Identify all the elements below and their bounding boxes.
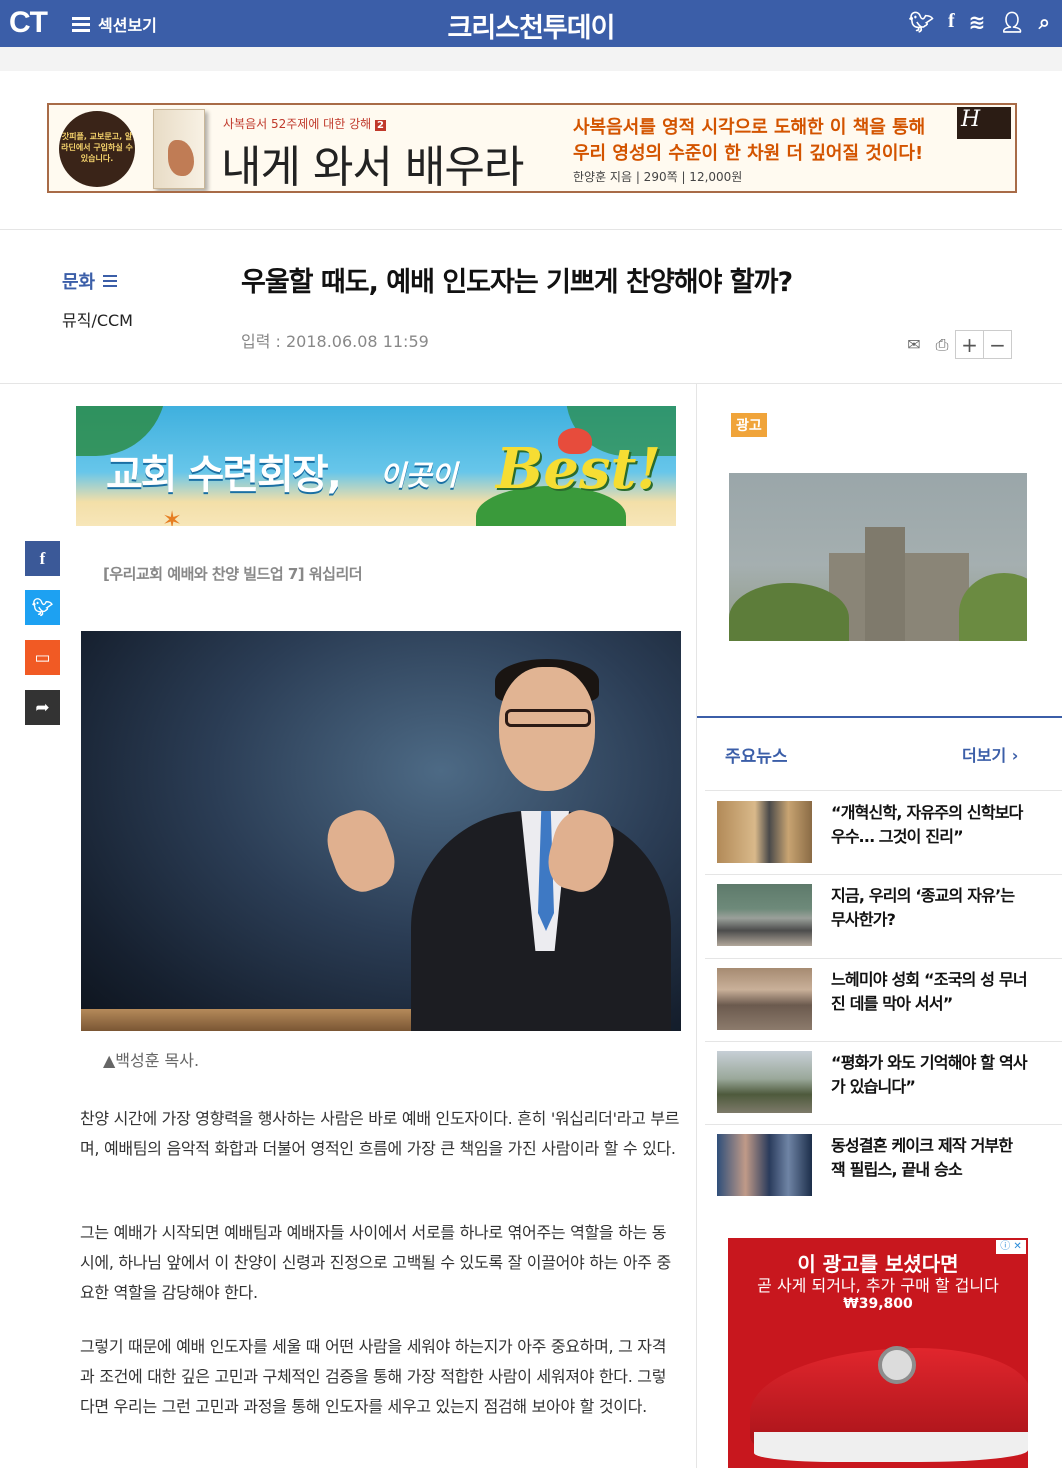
divider — [705, 958, 1062, 959]
ad-best-text: Best! — [496, 436, 661, 502]
divider — [0, 383, 1062, 384]
article-headline: 우울할 때도, 예배 인도자는 기쁘게 찬양해야 할까? — [241, 267, 793, 298]
publish-date: 입력 : 2018.06.08 11:59 — [241, 332, 429, 351]
twitter-icon: 🐦︎ — [31, 597, 54, 618]
starfish-icon: ✶ — [162, 506, 183, 526]
article-paragraph: 찬양 시간에 가장 영향력을 행사하는 사람은 바로 예배 인도자이다. 흔히 … — [80, 1109, 680, 1158]
book-banner-ad[interactable]: 갓피플, 교보문고, 알라딘에서 구입하실 수 있습니다. 사복음서 52주제에… — [47, 103, 1017, 193]
ad-headline: 교회 수련회장, — [106, 452, 342, 498]
news-item[interactable]: “평화가 와도 기억해야 할 역사가 있습니다” — [717, 1051, 1062, 1131]
shoe-ad[interactable]: ⓘ ✕ 이 광고를 보셨다면 곧 사게 되거나, 추가 구매 할 겁니다 ₩39… — [728, 1238, 1028, 1468]
book-cover-image — [153, 109, 205, 189]
news-thumbnail — [717, 968, 812, 1030]
rss-icon[interactable]: ≋ — [969, 10, 986, 34]
news-title: “개혁신학, 자유주의 신학보다 우수… 그것이 진리” — [831, 803, 1023, 846]
email-icon[interactable]: ✉ — [900, 331, 928, 359]
book-title: 내게 와서 배우라 — [221, 142, 524, 193]
photo-caption: ▲백성훈 목사. — [103, 1051, 200, 1070]
article-paragraph: 그렇기 때문에 예배 인도자를 세울 때 어떤 사람을 세워야 하는지가 아주 … — [80, 1337, 667, 1416]
comment-icon: ▭ — [34, 647, 51, 668]
divider — [705, 1041, 1062, 1042]
subsection-link[interactable]: 뮤직/CCM — [62, 307, 133, 331]
divider — [0, 229, 1062, 230]
column-divider — [696, 384, 697, 1468]
news-title: 동성결혼 케이크 제작 거부한 잭 필립스, 끝내 승소 — [831, 1136, 1013, 1179]
news-thumbnail — [717, 1051, 812, 1113]
facebook-share-button[interactable]: f — [25, 541, 60, 576]
site-name[interactable]: 크리스천투데이 — [0, 6, 1062, 45]
shoe-dial — [878, 1346, 916, 1384]
facebook-icon[interactable]: f — [948, 10, 955, 34]
section-list-icon — [103, 275, 118, 287]
top-navigation-bar: CT 섹션보기 크리스천투데이 🐦︎ f ≋ 👤︎ ⌕ — [0, 0, 1062, 47]
shoe-ad-price: ₩39,800 — [843, 1296, 913, 1312]
news-title: 지금, 우리의 ‘종교의 자유’는 무사한가? — [831, 886, 1015, 929]
print-icon[interactable]: ⎙ — [928, 331, 956, 359]
series-label: [우리교회 예배와 찬양 빌드업 7] 워십리더 — [103, 565, 363, 583]
publisher-logo: H — [957, 107, 1011, 139]
purchase-badge: 갓피플, 교보문고, 알라딘에서 구입하실 수 있습니다. — [59, 111, 135, 187]
twitter-share-button[interactable]: 🐦︎ — [25, 590, 60, 625]
news-section-rule — [697, 716, 1062, 718]
ad-label: 광고 — [731, 413, 767, 437]
share-arrow-icon: ➦ — [35, 697, 50, 718]
news-item[interactable]: 지금, 우리의 ‘종교의 자유’는 무사한가? — [717, 884, 1062, 964]
facebook-icon: f — [39, 548, 46, 568]
book-description: 사복음서를 영적 시각으로 도해한 이 책을 통해 우리 영성의 수준이 한 차… — [573, 117, 926, 164]
section-link[interactable]: 문화 — [62, 268, 118, 294]
divider — [705, 874, 1062, 875]
article-paragraph: 그는 예배가 시작되면 예배팀과 예배자들 사이에서 서로를 하나로 엮어주는 … — [80, 1223, 671, 1302]
news-thumbnail — [717, 801, 812, 863]
news-title: “평화가 와도 기억해야 할 역사가 있습니다” — [831, 1053, 1028, 1096]
news-item[interactable]: “개혁신학, 자유주의 신학보다 우수… 그것이 진리” — [717, 801, 1062, 881]
share-button[interactable]: ➦ — [25, 690, 60, 725]
book-subtitle: 사복음서 52주제에 대한 강해 2 — [223, 117, 386, 131]
shoe-sole — [754, 1432, 1028, 1462]
user-icon[interactable]: 👤︎ — [999, 10, 1024, 34]
header-spacer — [0, 47, 1062, 71]
top-icon-group: 🐦︎ f ≋ 👤︎ ⌕ — [909, 10, 1050, 34]
shoe-ad-line2: 곧 사게 되거나, 추가 구매 할 겁니다 — [757, 1276, 999, 1295]
divider — [705, 790, 1062, 791]
main-news-title: 주요뉴스 — [725, 747, 788, 767]
campus-ad-image[interactable] — [729, 473, 1027, 641]
news-thumbnail — [717, 884, 812, 946]
news-title: 느헤미야 성회 “조국의 성 무너진 데를 막아 서서” — [831, 970, 1028, 1013]
more-link[interactable]: 더보기 › — [962, 742, 1018, 766]
retreat-banner-ad[interactable]: 교회 수련회장, 이곳이 Best! ✶ — [76, 406, 676, 526]
article-photo — [81, 631, 681, 1031]
news-item[interactable]: 느헤미야 성회 “조국의 성 무너진 데를 막아 서서” — [717, 968, 1062, 1048]
search-icon[interactable]: ⌕ — [1039, 10, 1050, 34]
news-thumbnail — [717, 1134, 812, 1196]
comment-button[interactable]: ▭ — [25, 640, 60, 675]
divider — [705, 1124, 1062, 1125]
twitter-icon[interactable]: 🐦︎ — [909, 10, 934, 34]
zoom-in-button[interactable]: + — [955, 330, 984, 359]
ad-headline-2: 이곳이 — [380, 459, 458, 492]
article-tools: ✉ ⎙ + − — [900, 330, 1012, 359]
zoom-out-button[interactable]: − — [983, 330, 1012, 359]
news-item[interactable]: 동성결혼 케이크 제작 거부한 잭 필립스, 끝내 승소 — [717, 1134, 1062, 1214]
book-meta: 한양훈 지음 | 290쪽 | 12,000원 — [573, 170, 743, 184]
